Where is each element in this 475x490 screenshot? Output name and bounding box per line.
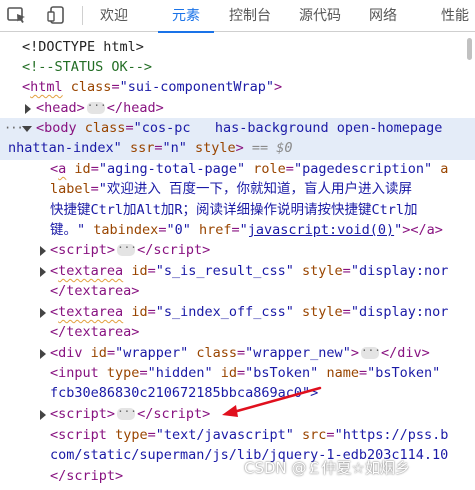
- input-line1: <input type="hidden" id="bsToken" name="…: [50, 365, 441, 381]
- csdn-watermark: CSDN @￡仲夏☆如烟乡: [244, 459, 410, 477]
- collapsed-ellipsis-icon[interactable]: ···: [86, 100, 107, 114]
- textarea2-open: <textarea id="s_index_off_css" style="di…: [50, 304, 449, 320]
- elements-tree-panel: <!DOCTYPE html> <!--STATUS OK--> <html c…: [0, 33, 475, 490]
- vertical-scrollbar[interactable]: [466, 34, 473, 489]
- comment-text: <!--STATUS OK-->: [22, 59, 153, 75]
- tree-line-comment[interactable]: <!--STATUS OK-->: [0, 57, 475, 78]
- devtools-toolbar: 欢迎 元素 控制台 源代码 网络 性能: [0, 0, 475, 33]
- device-toolbar-icon[interactable]: [46, 5, 68, 25]
- body-open-tag-line1: <body class="cos-pc has-background open-…: [36, 120, 451, 136]
- textarea2-close: </textarea>: [50, 324, 140, 340]
- anchor-line1: <a id="aging-total-page" role="pagedescr…: [50, 161, 449, 177]
- tree-line-textarea-2[interactable]: <textarea id="s_index_off_css" style="di…: [0, 302, 475, 344]
- head-tag: <head> ···</head>: [36, 99, 164, 116]
- tree-line-head[interactable]: <head> ···</head>: [0, 98, 475, 119]
- expand-script-icon[interactable]: [40, 410, 46, 420]
- body-open-tag-line2: nhattan-index" ssr="n" style> == $0: [8, 140, 293, 156]
- selected-node-dots-icon[interactable]: ···: [4, 118, 24, 139]
- script-tag-2: <script> ···</script>: [50, 405, 211, 422]
- div-wrapper-tag: <div id="wrapper" class="wrapper_new"> ··…: [50, 344, 430, 361]
- toolbar-divider: [82, 6, 83, 25]
- tree-line-anchor-end[interactable]: 键。" tabindex="0" href="javascript:void(0…: [0, 220, 475, 241]
- tab-welcome[interactable]: 欢迎: [100, 0, 128, 32]
- html-open-tag: <html class="sui-componentWrap">: [22, 79, 283, 95]
- console-ref-badge: == $0: [251, 140, 293, 156]
- anchor-line3: 快捷键Ctrl加Alt加R；阅读详细操作说明请按快捷键Ctrl加: [50, 202, 418, 218]
- expand-head-icon[interactable]: [25, 104, 31, 114]
- tree-line-doctype[interactable]: <!DOCTYPE html>: [0, 37, 475, 58]
- tree-line-script-1[interactable]: <script> ···</script>: [0, 240, 475, 261]
- inspect-element-icon[interactable]: [6, 5, 28, 25]
- href-link[interactable]: javascript:void(0): [248, 222, 394, 238]
- collapsed-ellipsis-icon[interactable]: ···: [360, 345, 381, 359]
- doctype-text: <!DOCTYPE html>: [22, 39, 144, 55]
- expand-div-icon[interactable]: [40, 349, 46, 359]
- anchor-line2: label="欢迎进入 百度一下，你就知道，盲人用户进入读屏: [50, 181, 413, 197]
- script-jquery-line3: </script>: [50, 468, 124, 484]
- scrollbar-thumb[interactable]: [467, 38, 472, 60]
- textarea1-open: <textarea id="s_is_result_css" style="di…: [50, 263, 449, 279]
- annotation-arrow-icon: [222, 386, 322, 417]
- tree-line-anchor[interactable]: <a id="aging-total-page" role="pagedescr…: [0, 159, 475, 221]
- tree-line-body[interactable]: ··· <body class="cos-pc has-background o…: [0, 118, 475, 160]
- tree-line-textarea-1[interactable]: <textarea id="s_is_result_css" style="di…: [0, 261, 475, 303]
- tab-console[interactable]: 控制台: [229, 0, 271, 32]
- tree-line-div-wrapper[interactable]: <div id="wrapper" class="wrapper_new"> ··…: [0, 343, 475, 364]
- expand-textarea-icon[interactable]: [40, 308, 46, 318]
- tab-elements[interactable]: 元素: [158, 0, 214, 33]
- collapse-body-icon[interactable]: [22, 126, 32, 132]
- collapsed-ellipsis-icon[interactable]: ···: [117, 242, 137, 256]
- expand-textarea-icon[interactable]: [40, 267, 46, 277]
- anchor-line4: 键。" tabindex="0" href="javascript:void(0…: [50, 222, 443, 238]
- textarea1-close: </textarea>: [50, 283, 140, 299]
- tab-network[interactable]: 网络: [369, 0, 397, 32]
- tree-line-html[interactable]: <html class="sui-componentWrap">: [0, 77, 475, 98]
- tab-sources[interactable]: 源代码: [299, 0, 341, 32]
- collapsed-ellipsis-icon[interactable]: ···: [117, 406, 137, 420]
- script-tag-1: <script> ···</script>: [50, 241, 211, 258]
- tab-performance[interactable]: 性能: [441, 0, 469, 32]
- expand-script-icon[interactable]: [40, 246, 46, 256]
- script-jquery-line1: <script type="text/javascript" src="http…: [50, 427, 449, 443]
